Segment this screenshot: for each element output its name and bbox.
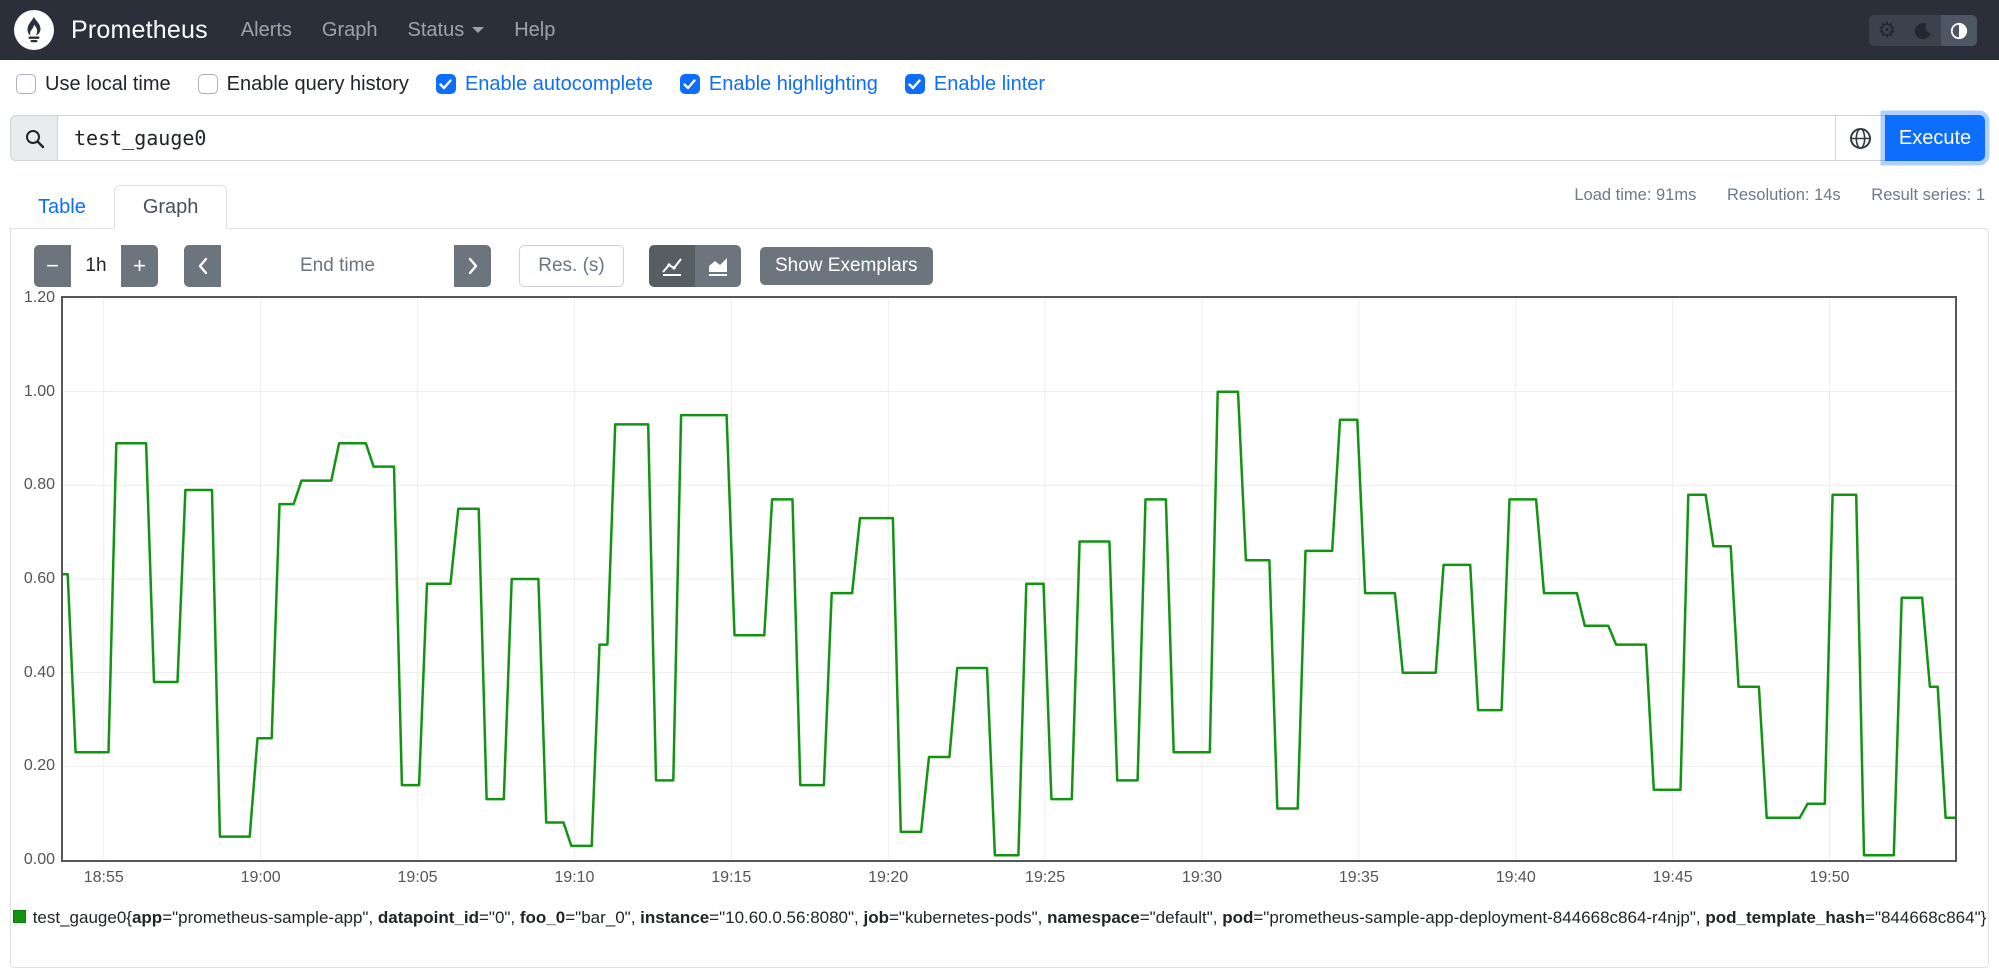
x-axis-tick-label: 19:15 (711, 869, 752, 886)
resolution-input[interactable] (519, 245, 624, 287)
search-icon (25, 129, 44, 148)
x-axis-tick-label: 19:05 (397, 869, 438, 886)
nav-link-alerts[interactable]: Alerts (241, 19, 292, 42)
prometheus-flame-icon (27, 17, 41, 43)
load-time-stat: Load time: 91ms (1574, 186, 1697, 204)
settings-button[interactable]: ⚙ (1869, 15, 1905, 46)
line-chart-icon (662, 258, 682, 276)
option-checkbox-enable-autocomplete[interactable]: Enable autocomplete (435, 73, 653, 96)
legend-item[interactable]: test_gauge0{app="prometheus-sample-app",… (11, 907, 1988, 929)
globe-icon (1850, 127, 1871, 149)
metrics-explorer-button[interactable] (1835, 115, 1885, 161)
chart-type-toggle (649, 245, 741, 287)
query-input-group: Execute (10, 115, 1985, 161)
option-checkbox-use-local-time[interactable]: Use local time (16, 73, 171, 96)
time-forward-button[interactable] (454, 245, 491, 287)
search-addon (10, 115, 58, 161)
x-axis-tick-label: 19:20 (868, 869, 909, 886)
unchecked-checkbox-icon[interactable] (197, 74, 218, 94)
duration-value[interactable]: 1h (71, 245, 121, 287)
chevron-right-icon (468, 257, 477, 275)
gear-icon: ⚙ (1877, 19, 1897, 42)
option-checkbox-enable-linter[interactable]: Enable linter (904, 73, 1045, 96)
x-axis-tick-label: 18:55 (83, 869, 124, 886)
chart-plot-area[interactable] (63, 298, 1955, 860)
decrease-duration-button[interactable]: − (34, 245, 71, 287)
tab-graph[interactable]: Graph (113, 185, 228, 229)
option-checkbox-enable-highlighting[interactable]: Enable highlighting (679, 73, 878, 96)
nav-link-status[interactable]: Status (408, 19, 485, 42)
query-stats: Load time: 91ms Resolution: 14s Result s… (1574, 186, 1985, 205)
time-series-chart[interactable] (61, 296, 1957, 862)
nav-link-help[interactable]: Help (514, 19, 555, 42)
x-axis-tick-label: 19:35 (1338, 869, 1379, 886)
chevron-left-icon (198, 257, 207, 275)
stacked-chart-toggle-button[interactable] (695, 245, 741, 287)
series-line (63, 390, 1955, 857)
x-axis-tick-label: 19:40 (1495, 869, 1536, 886)
unchecked-checkbox-icon[interactable] (16, 74, 36, 94)
x-axis-tick-label: 19:30 (1181, 869, 1222, 886)
dark-theme-button[interactable] (1905, 15, 1941, 46)
panel-tabs: Table Graph (10, 185, 228, 229)
option-checkbox-label[interactable]: Enable highlighting (709, 73, 878, 96)
graph-panel: − 1h + End time Res. (s) Show Exemplars … (10, 228, 1989, 968)
time-back-button[interactable] (184, 245, 221, 287)
execute-button[interactable]: Execute (1885, 115, 1985, 161)
stacked-chart-icon (709, 258, 727, 276)
option-checkbox-label[interactable]: Use local time (45, 73, 171, 96)
query-options-bar: Use local time Enable query history Enable… (0, 60, 1999, 108)
query-expression-input[interactable] (58, 115, 1835, 161)
moon-icon (1914, 22, 1931, 39)
x-axis-tick-label: 19:10 (554, 869, 595, 886)
duration-control: − 1h + (34, 245, 158, 287)
tab-table[interactable]: Table (10, 185, 114, 229)
chevron-down-icon (472, 27, 485, 33)
option-checkbox-label[interactable]: Enable query history (227, 73, 409, 96)
option-checkbox-label[interactable]: Enable linter (934, 73, 1045, 96)
auto-theme-icon (1950, 22, 1968, 39)
auto-theme-button[interactable] (1941, 15, 1977, 46)
series-color-swatch (12, 910, 26, 923)
y-axis-tick-label: 0.20 (23, 757, 55, 775)
y-axis-tick-label: 0.60 (23, 570, 55, 587)
series-label-text: test_gauge0{app="prometheus-sample-app",… (32, 908, 1987, 927)
y-axis-tick-label: 0.00 (23, 851, 55, 868)
y-axis-tick-label: 0.40 (23, 663, 55, 681)
app-title[interactable]: Prometheus (71, 16, 208, 45)
option-checkbox-label[interactable]: Enable autocomplete (465, 73, 653, 96)
resolution-stat: Resolution: 14s (1726, 186, 1841, 204)
graph-controls: − 1h + End time Res. (s) Show Exemplars (34, 245, 933, 287)
y-axis-tick-label: 1.20 (23, 289, 55, 306)
prometheus-logo-icon[interactable] (14, 10, 54, 50)
x-axis-tick-label: 19:50 (1809, 869, 1850, 886)
x-axis-tick-label: 19:45 (1652, 869, 1693, 886)
option-checkbox-enable-query-history[interactable]: Enable query history (197, 73, 409, 96)
result-series-stat: Result series: 1 (1871, 186, 1985, 204)
nav-link-graph[interactable]: Graph (322, 19, 378, 42)
line-chart-toggle-button[interactable] (649, 245, 695, 287)
increase-duration-button[interactable]: + (121, 245, 158, 287)
y-axis-tick-label: 0.80 (23, 476, 55, 494)
y-axis-tick-label: 1.00 (23, 382, 55, 400)
checked-checkbox-icon[interactable] (435, 74, 456, 94)
nav-links: Alerts Graph Status Help (241, 19, 556, 42)
navbar: Prometheus Alerts Graph Status Help ⚙ (0, 0, 1999, 60)
x-axis-tick-label: 19:25 (1025, 869, 1066, 886)
theme-button-group: ⚙ (1869, 15, 1977, 46)
show-exemplars-button[interactable]: Show Exemplars (760, 247, 933, 285)
checked-checkbox-icon[interactable] (679, 74, 700, 94)
x-axis-tick-label: 19:00 (240, 869, 281, 886)
checked-checkbox-icon[interactable] (904, 74, 925, 94)
end-time-input[interactable] (221, 245, 454, 287)
end-time-control (184, 245, 491, 287)
